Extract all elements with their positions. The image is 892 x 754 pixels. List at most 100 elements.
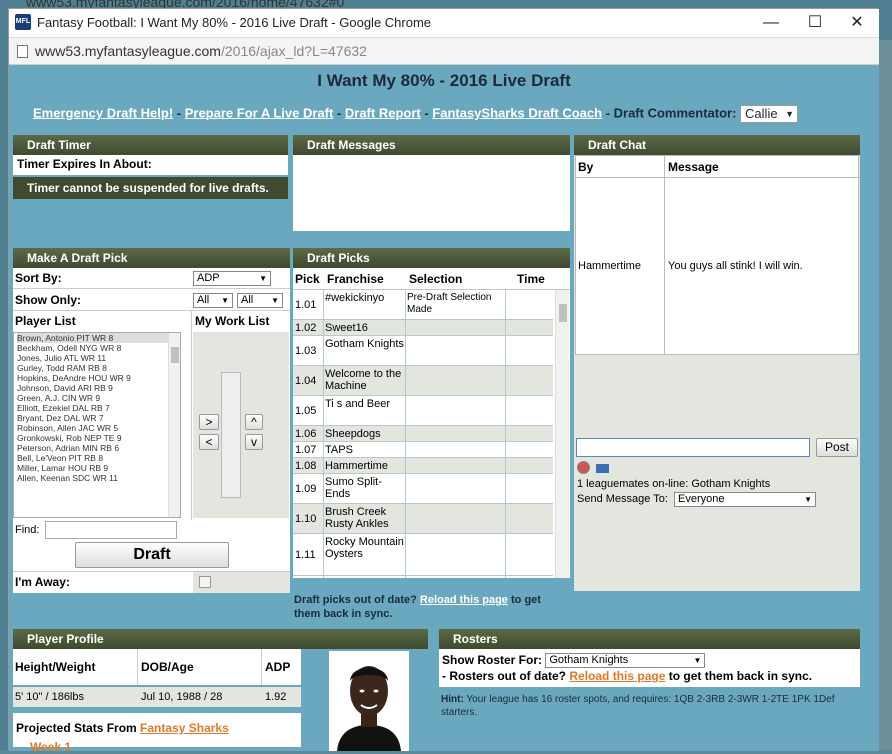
pick-row: 1.09 Sumo Split-Ends	[293, 474, 553, 504]
player-list-item[interactable]: Bryant, Dez DAL WR 7	[17, 413, 180, 423]
minimize-button[interactable]: —	[751, 11, 791, 35]
maximize-button[interactable]: ☐	[795, 11, 835, 35]
prepare-draft-link[interactable]: Prepare For A Live Draft	[185, 105, 334, 120]
col-height-weight: Height/Weight	[15, 660, 96, 674]
player-list-item[interactable]: Hopkins, DeAndre HOU WR 9	[17, 373, 180, 383]
draft-chat-header: Draft Chat	[574, 135, 860, 155]
rosters-panel: Rosters Show Roster For: Gotham Knights ▼…	[439, 629, 860, 751]
chevron-down-icon: ▼	[221, 296, 229, 305]
work-list[interactable]: > < ^ v	[193, 332, 289, 518]
pick-number: 1.11	[295, 549, 316, 561]
divider	[261, 649, 262, 685]
url-text[interactable]: www53.myfantasyleague.com/2016/ajax_ld?L…	[35, 43, 367, 59]
col-franchise: Franchise	[327, 272, 384, 286]
show-only-select-1[interactable]: All ▼	[193, 293, 233, 308]
player-list-item[interactable]: Gronkowski, Rob NEP TE 9	[17, 433, 180, 443]
commentator-select[interactable]: Callie ▼	[740, 105, 799, 123]
pick-row: 1.04 Welcome to the Machine	[293, 366, 553, 396]
player-list-item[interactable]: Miller, Lamar HOU RB 9	[17, 463, 180, 473]
address-bar[interactable]: www53.myfantasyleague.com/2016/ajax_ld?L…	[9, 37, 879, 65]
player-list-item[interactable]: Johnson, David ARI RB 9	[17, 383, 180, 393]
draft-chat-panel: Draft Chat By Message Hammertime You guy…	[574, 135, 860, 591]
roster-controls: Show Roster For: Gotham Knights ▼ - Roste…	[439, 649, 860, 687]
divider	[191, 310, 192, 520]
chat-col-message: Message	[668, 160, 719, 174]
post-button[interactable]: Post	[816, 438, 858, 457]
player-list-item[interactable]: Allen, Keenan SDC WR 11	[17, 473, 180, 483]
picks-scrollbar[interactable]	[555, 290, 569, 578]
work-list-scrollbar[interactable]	[221, 372, 241, 498]
show-only-select-2[interactable]: All ▼	[237, 293, 283, 308]
away-checkbox[interactable]	[199, 576, 211, 588]
player-list-item[interactable]: Elliott, Ezekiel DAL RB 7	[17, 403, 180, 413]
chat-log: By Message Hammertime You guys all stink…	[575, 155, 860, 355]
draft-coach-link[interactable]: FantasySharks Draft Coach	[432, 105, 602, 120]
scroll-thumb[interactable]	[559, 304, 567, 322]
away-cell	[193, 572, 290, 593]
pick-number: 1.07	[295, 444, 317, 456]
scroll-thumb[interactable]	[171, 347, 179, 363]
move-right-button[interactable]: >	[199, 414, 219, 430]
player-list-item[interactable]: Gurley, Todd RAM RB 8	[17, 363, 180, 373]
pick-franchise: Gotham Knights	[325, 338, 404, 350]
browser-window: MFL Fantasy Football: I Want My 80% - 20…	[8, 8, 879, 751]
move-left-button[interactable]: <	[199, 434, 219, 450]
chevron-down-icon: ▼	[271, 296, 279, 305]
pick-number: 1.04	[295, 375, 317, 387]
make-pick-panel: Make A Draft Pick Sort By: ADP ▼ Show Onl…	[13, 248, 290, 593]
send-to-select[interactable]: Everyone ▼	[674, 492, 816, 507]
chevron-down-icon: ▼	[804, 495, 812, 504]
page-content: I Want My 80% - 2016 Live Draft Emergenc…	[9, 65, 879, 751]
move-down-button[interactable]: v	[245, 434, 263, 450]
make-pick-body: Sort By: ADP ▼ Show Only: All ▼ All ▼ Playe…	[13, 268, 290, 593]
pick-franchise: #wekickinyo	[325, 292, 385, 304]
fantasy-sharks-link[interactable]: Fantasy Sharks	[140, 721, 229, 735]
pick-franchise: Ti s and Beer	[325, 398, 391, 410]
player-list-item[interactable]: Green, A.J. CIN WR 9	[17, 393, 180, 403]
top-links: Emergency Draft Help! - Prepare For A Li…	[33, 105, 799, 123]
close-button[interactable]: ✕	[837, 11, 877, 35]
chevron-down-icon: ▼	[785, 109, 795, 119]
picks-reload-notice: Draft picks out of date? Reload this pag…	[294, 594, 541, 620]
player-photo-image	[329, 651, 409, 751]
draft-report-link[interactable]: Draft Report	[345, 105, 421, 120]
adp-value: 1.92	[265, 691, 287, 703]
emergency-help-link[interactable]: Emergency Draft Help!	[33, 105, 173, 120]
emoji-icon[interactable]	[577, 461, 590, 474]
divider	[664, 156, 665, 354]
player-list[interactable]: Brown, Antonio PIT WR 8 Beckham, Odell NY…	[13, 332, 181, 518]
pick-franchise: Brush Creek Rusty Ankles	[325, 506, 389, 530]
player-list-scrollbar[interactable]	[168, 333, 180, 517]
move-up-button[interactable]: ^	[245, 414, 263, 430]
player-list-item[interactable]: Brown, Antonio PIT WR 8	[17, 333, 180, 343]
draft-timer-header: Draft Timer	[13, 135, 288, 155]
player-list-item[interactable]: Jones, Julio ATL WR 11	[17, 353, 180, 363]
player-list-item[interactable]: Robinson, Allen JAC WR 5	[17, 423, 180, 433]
player-profile-header: Player Profile	[13, 629, 428, 649]
picks-table: 1.01 #wekickinyo Pre-Draft Selection Made 1…	[293, 290, 570, 578]
sort-by-select[interactable]: ADP ▼	[193, 271, 271, 286]
player-list-item[interactable]: Peterson, Adrian MIN RB 6	[17, 443, 180, 453]
pick-row: 1.05 Ti s and Beer	[293, 396, 553, 426]
draft-button[interactable]: Draft	[75, 542, 229, 568]
roster-select[interactable]: Gotham Knights ▼	[545, 653, 706, 669]
pick-row: 1.07 TAPS	[293, 442, 553, 458]
mfl-logo-icon: MFL	[15, 14, 31, 30]
commentator-label: - Draft Commentator:	[605, 105, 737, 121]
pick-franchise: Sheepdogs	[325, 428, 381, 440]
find-input[interactable]	[45, 521, 177, 539]
draft-timer-panel: Draft Timer Timer Expires In About: Time…	[13, 135, 288, 203]
player-list-item[interactable]: Bell, Le'Veon PIT RB 8	[17, 453, 180, 463]
chat-input[interactable]	[576, 438, 810, 457]
send-to-label: Send Message To:	[577, 493, 668, 505]
col-selection: Selection	[409, 272, 463, 286]
height-weight-value: 5' 10" / 186lbs	[15, 691, 84, 703]
reload-roster-link[interactable]: Reload this page	[569, 669, 665, 683]
player-profile-panel: Player Profile Height/Weight DOB/Age ADP…	[13, 629, 428, 751]
draft-picks-panel: Draft Picks Pick Franchise Selection Tim…	[293, 248, 570, 578]
timer-notice: Timer cannot be suspended for live draft…	[13, 177, 288, 199]
reload-picks-link[interactable]: Reload this page	[420, 594, 508, 606]
player-list-item[interactable]: Beckham, Odell NYG WR 8	[17, 343, 180, 353]
draft-messages-header: Draft Messages	[293, 135, 570, 155]
video-camera-icon[interactable]	[596, 464, 609, 473]
